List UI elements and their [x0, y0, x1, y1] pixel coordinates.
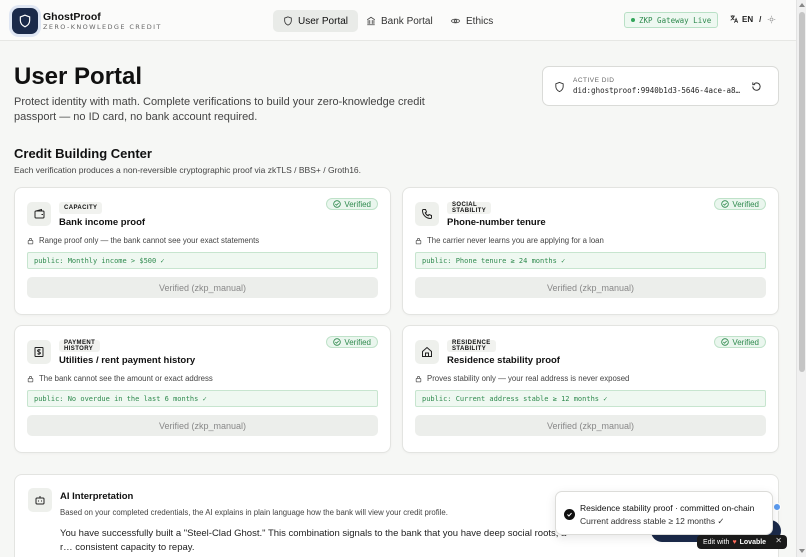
language-separator: / — [759, 14, 762, 24]
scroll-down-icon[interactable] — [799, 549, 805, 553]
active-did-card: ACTIVE DID did:ghostproof:9940b1d3-5646-… — [542, 66, 779, 106]
public-claim: public: Phone tenure ≥ 24 months ✓ — [415, 252, 766, 269]
top-bar: GhostProof ZERO-KNOWLEDGE CREDIT User Po… — [0, 0, 796, 41]
verified-badge-label: Verified — [732, 199, 759, 209]
page-description: Protect identity with math. Complete ver… — [14, 96, 425, 123]
tab-ethics[interactable]: Ethics — [440, 10, 503, 32]
tab-bank-portal-label: Bank Portal — [381, 15, 433, 27]
verified-badge: Verified — [714, 198, 766, 210]
lovable-prefix: Edit with — [703, 538, 730, 546]
toast-notification[interactable]: Residence stability proof · committed on… — [555, 491, 773, 535]
home-icon — [415, 340, 439, 364]
card-title: Bank income proof — [59, 217, 146, 228]
ai-interpretation-description: Based on your completed credentials, the… — [60, 508, 448, 517]
shield-icon — [284, 16, 292, 26]
card-title: Phone-number tenure — [447, 217, 546, 228]
check-circle-icon — [721, 338, 730, 346]
card-category-tag: SOCIAL STABILITY — [447, 202, 492, 214]
lock-icon — [415, 237, 422, 244]
privacy-note: Proves stability only — your real addres… — [415, 374, 629, 383]
notification-dot-icon — [773, 503, 781, 511]
tab-ethics-label: Ethics — [466, 15, 494, 27]
shield-icon — [555, 81, 564, 93]
scrollbar[interactable] — [796, 0, 806, 557]
lock-icon — [27, 237, 34, 244]
translate-icon — [730, 15, 739, 23]
toast-title: Residence stability proof · committed on… — [580, 503, 755, 513]
lock-icon — [415, 375, 422, 382]
lovable-brand: Lovable — [739, 538, 767, 546]
scroll-thumb[interactable] — [799, 12, 805, 372]
bank-icon — [367, 16, 375, 26]
did-label: ACTIVE DID — [573, 77, 615, 84]
verified-badge: Verified — [714, 336, 766, 348]
card-category-tag: CAPACITY — [59, 202, 103, 214]
language-code: EN — [742, 14, 754, 24]
privacy-note: The carrier never learns you are applyin… — [415, 236, 604, 245]
theme-toggle-icon[interactable] — [767, 15, 776, 24]
edit-with-lovable-badge[interactable]: Edit with ♥ Lovable ✕ — [697, 535, 787, 549]
refresh-did-icon[interactable] — [751, 81, 762, 92]
ghostproof-logo-icon[interactable] — [12, 8, 38, 34]
card-category-tag: RESIDENCE STABILITY — [447, 340, 496, 352]
section-description: Each verification produces a non-reversi… — [14, 165, 362, 175]
status-dot-icon — [631, 18, 635, 22]
card-title: Utilities / rent payment history — [59, 355, 196, 366]
phone-icon — [415, 202, 439, 226]
check-circle-icon — [564, 509, 575, 520]
tab-bank-portal[interactable]: Bank Portal — [356, 10, 443, 32]
verified-badge-label: Verified — [732, 337, 759, 347]
language-switcher[interactable]: EN / — [729, 14, 776, 24]
page-title: User Portal — [14, 63, 143, 90]
privacy-note: The bank cannot see the amount or exact … — [27, 374, 213, 383]
scroll-up-icon[interactable] — [799, 3, 805, 7]
public-claim: public: Current address stable ≥ 12 mont… — [415, 390, 766, 407]
verified-badge: Verified — [326, 198, 378, 210]
wallet-icon — [27, 202, 51, 226]
privacy-note-text: The bank cannot see the amount or exact … — [39, 374, 213, 383]
eye-icon — [450, 18, 461, 24]
credential-card-capacity: CAPACITY Bank income proof Verified Rang… — [14, 187, 391, 315]
check-circle-icon — [333, 200, 342, 208]
bot-icon — [28, 488, 52, 512]
gateway-status-label: ZKP Gateway Live — [639, 15, 712, 25]
privacy-note-text: The carrier never learns you are applyin… — [427, 236, 604, 245]
credential-card-residence-stability: RESIDENCE STABILITY Residence stability … — [402, 325, 779, 453]
close-icon[interactable]: ✕ — [775, 536, 782, 545]
card-title: Residence stability proof — [447, 355, 560, 366]
verified-badge: Verified — [326, 336, 378, 348]
verified-badge-label: Verified — [344, 199, 371, 209]
privacy-note-text: Proves stability only — your real addres… — [427, 374, 630, 383]
public-claim: public: No overdue in the last 6 months … — [27, 390, 378, 407]
receipt-icon — [27, 340, 51, 364]
ai-interpretation-title: AI Interpretation — [60, 491, 134, 502]
verified-badge-label: Verified — [344, 337, 371, 347]
heart-icon: ♥ — [732, 538, 737, 546]
check-circle-icon — [333, 338, 342, 346]
section-title: Credit Building Center — [14, 146, 152, 161]
verified-button[interactable]: Verified (zkp_manual) — [415, 277, 766, 298]
privacy-note-text: Range proof only — the bank cannot see y… — [39, 236, 260, 245]
verified-button[interactable]: Verified (zkp_manual) — [27, 277, 378, 298]
check-circle-icon — [721, 200, 730, 208]
did-value: did:ghostproof:9940b1d3-5646-4ace-a8… — [573, 86, 741, 95]
verified-button[interactable]: Verified (zkp_manual) — [27, 415, 378, 436]
brand-name: GhostProof — [43, 11, 101, 23]
toast-subtitle: Current address stable ≥ 12 months ✓ — [580, 516, 725, 526]
brand-tagline: ZERO-KNOWLEDGE CREDIT — [43, 23, 162, 31]
privacy-note: Range proof only — the bank cannot see y… — [27, 236, 259, 245]
credential-card-payment-history: PAYMENT HISTORY Utilities / rent payment… — [14, 325, 391, 453]
gateway-status-badge: ZKP Gateway Live — [624, 12, 719, 28]
tab-user-portal[interactable]: User Portal — [273, 10, 359, 32]
verified-button[interactable]: Verified (zkp_manual) — [415, 415, 766, 436]
card-category-tag: PAYMENT HISTORY — [59, 340, 101, 352]
tab-user-portal-label: User Portal — [298, 15, 349, 27]
public-claim: public: Monthly income > $500 ✓ — [27, 252, 378, 269]
ai-interpretation-body: You have successfully built a "Steel-Cla… — [60, 528, 567, 553]
lock-icon — [27, 375, 34, 382]
credential-card-social-stability: SOCIAL STABILITY Phone-number tenure Ver… — [402, 187, 779, 315]
